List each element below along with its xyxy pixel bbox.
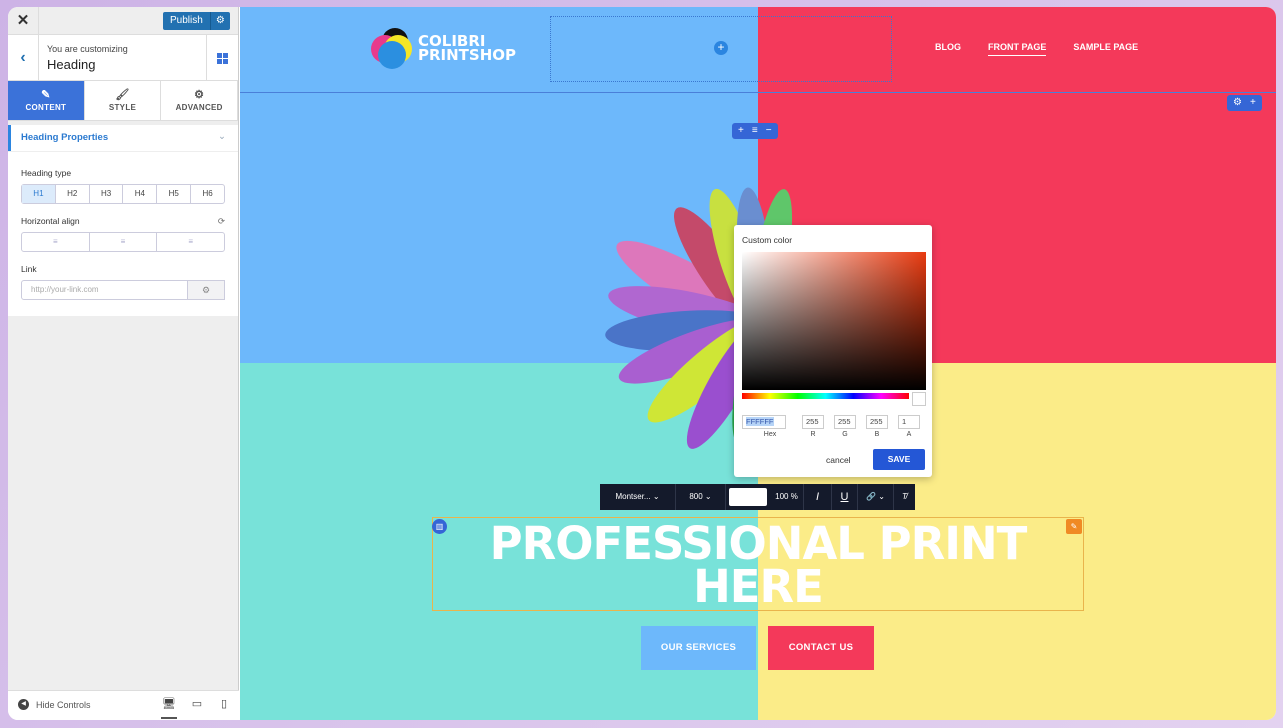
- b-input[interactable]: 255: [866, 415, 888, 429]
- menu-icon[interactable]: ≡: [752, 123, 758, 139]
- hide-controls-button[interactable]: ◀ Hide Controls: [18, 699, 91, 710]
- our-services-button[interactable]: OUR SERVICES: [641, 626, 756, 670]
- grid-icon[interactable]: [206, 35, 238, 81]
- tablet-preview-icon[interactable]: ▭: [189, 697, 205, 710]
- customizing-label: You are customizing: [47, 44, 128, 54]
- brush-icon: 🖌: [115, 89, 130, 101]
- mobile-preview-icon[interactable]: ▯: [216, 697, 232, 710]
- r-label: R: [810, 431, 816, 438]
- align-right-icon[interactable]: ≡: [157, 233, 224, 251]
- heading-type-h3[interactable]: H3: [90, 185, 124, 203]
- tab-advanced[interactable]: ⚙ ADVANCED: [161, 81, 239, 120]
- hide-controls-label: Hide Controls: [36, 699, 91, 710]
- hero-heading[interactable]: PROFESSIONAL PRINT HERE: [432, 517, 1084, 611]
- gears-icon: ⚙: [194, 89, 205, 101]
- logo-text-line2: PRINTSHOP: [418, 46, 517, 64]
- clear-format-icon[interactable]: T̸: [894, 484, 915, 510]
- color-picker-popup: Custom color FFFFFF 255 255 255 1 Hex R …: [734, 225, 932, 477]
- a-input[interactable]: 1: [898, 415, 920, 429]
- add-widget-icon[interactable]: +: [714, 41, 728, 55]
- underline-icon[interactable]: U: [832, 484, 858, 510]
- heading-type-h4[interactable]: H4: [123, 185, 158, 203]
- gear-icon[interactable]: ⚙: [1233, 95, 1242, 111]
- heading-type-h2[interactable]: H2: [56, 185, 90, 203]
- gear-icon[interactable]: ⚙: [209, 12, 230, 30]
- close-icon[interactable]: ✕: [8, 7, 39, 35]
- heading-line2: HERE: [693, 560, 824, 613]
- text-color-swatch[interactable]: [726, 484, 770, 510]
- r-input[interactable]: 255: [802, 415, 824, 429]
- columns-icon[interactable]: ▥: [432, 519, 447, 534]
- heading-properties-section[interactable]: Heading Properties ⌄: [8, 125, 238, 151]
- hue-slider[interactable]: [742, 393, 909, 399]
- cancel-button[interactable]: cancel: [826, 455, 851, 465]
- tab-label: ADVANCED: [175, 103, 223, 112]
- g-label: G: [842, 431, 848, 438]
- color-picker-title: Custom color: [742, 235, 793, 245]
- main-menu: BLOG FRONT PAGE SAMPLE PAGE: [935, 42, 1138, 56]
- menu-item-front-page[interactable]: FRONT PAGE: [988, 42, 1047, 56]
- heading-type-label: Heading type: [21, 168, 72, 178]
- italic-icon[interactable]: I: [804, 484, 832, 510]
- column-controls: + ≡ −: [732, 123, 778, 139]
- reset-icon[interactable]: ⟳: [218, 216, 225, 227]
- link-icon[interactable]: 🔗 ⌄: [858, 484, 894, 510]
- logo-icon: [371, 28, 412, 69]
- tab-content[interactable]: ✎ CONTENT: [8, 81, 85, 120]
- heading-type-h1[interactable]: H1: [22, 185, 56, 203]
- saturation-value-area[interactable]: [742, 252, 926, 390]
- link-settings-gear-icon[interactable]: ⚙: [188, 280, 225, 300]
- horizontal-align-label: Horizontal align: [21, 216, 80, 226]
- tab-label: STYLE: [108, 103, 137, 112]
- remove-icon[interactable]: −: [766, 123, 772, 139]
- b-label: B: [874, 431, 880, 438]
- hex-input[interactable]: FFFFFF: [746, 417, 774, 426]
- customizer-window: ✕ Publish ⚙ ‹ You are customizing Headin…: [8, 7, 1276, 720]
- a-label: A: [906, 431, 912, 438]
- customizer-sidebar: ✕ Publish ⚙ ‹ You are customizing Headin…: [8, 7, 239, 720]
- hex-label: Hex: [763, 431, 777, 438]
- tab-label: CONTENT: [25, 103, 67, 112]
- menu-item-sample-page[interactable]: SAMPLE PAGE: [1073, 42, 1138, 56]
- back-button[interactable]: ‹: [8, 35, 39, 81]
- align-left-icon[interactable]: ≡: [22, 233, 90, 251]
- link-input[interactable]: http://your-link.com: [21, 280, 188, 300]
- publish-label[interactable]: Publish: [163, 12, 210, 30]
- heading-type-h6[interactable]: H6: [191, 185, 224, 203]
- add-icon[interactable]: +: [1250, 95, 1256, 111]
- font-family-select[interactable]: Montser... ⌄: [600, 484, 676, 510]
- align-center-icon[interactable]: ≡: [90, 233, 158, 251]
- heading-type-h5[interactable]: H5: [157, 185, 192, 203]
- site-preview: + COLIBRI PRINTSHOP BLOG FRONT PAGE SAMPL…: [240, 7, 1276, 720]
- section-title: Heading Properties: [21, 132, 109, 143]
- menu-item-blog[interactable]: BLOG: [935, 42, 961, 56]
- logo[interactable]: COLIBRI PRINTSHOP: [370, 25, 516, 71]
- customizing-target: Heading: [47, 57, 96, 72]
- g-input[interactable]: 255: [834, 415, 856, 429]
- chevron-down-icon: ⌄: [218, 131, 226, 142]
- add-icon[interactable]: +: [738, 123, 744, 139]
- horizontal-align-selector: ≡ ≡ ≡: [21, 232, 225, 252]
- arrow-left-icon: ◀: [18, 699, 29, 710]
- font-size-value[interactable]: 100 %: [770, 484, 804, 510]
- save-button[interactable]: SAVE: [873, 449, 925, 470]
- heading-type-selector: H1 H2 H3 H4 H5 H6: [21, 184, 225, 204]
- row-controls: ⚙ +: [1227, 95, 1262, 111]
- text-toolbar: Montser... ⌄ 800 ⌄ 100 % I U 🔗 ⌄ T̸: [600, 484, 915, 510]
- link-label: Link: [21, 264, 37, 274]
- publish-button[interactable]: Publish ⚙: [163, 12, 230, 30]
- tab-style[interactable]: 🖌 STYLE: [85, 81, 162, 120]
- font-weight-select[interactable]: 800 ⌄: [676, 484, 726, 510]
- color-preview: [912, 392, 926, 406]
- heading-line1: PROFESSIONAL PRINT: [489, 517, 1028, 570]
- desktop-preview-icon[interactable]: 🖥: [161, 697, 177, 719]
- pencil-icon: ✎: [41, 89, 51, 101]
- edit-icon[interactable]: ✎: [1066, 519, 1082, 534]
- contact-us-button[interactable]: CONTACT US: [768, 626, 874, 670]
